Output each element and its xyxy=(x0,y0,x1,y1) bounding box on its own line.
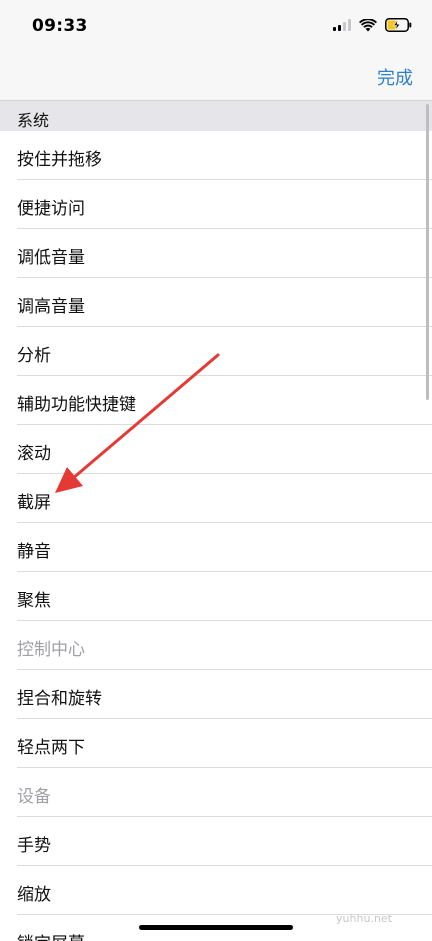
list-item-label: 调低音量 xyxy=(17,248,85,268)
list-item-disabled: 控制中心 xyxy=(0,621,432,670)
battery-charging-icon xyxy=(385,18,412,32)
list-item-label: 设备 xyxy=(17,787,51,807)
section-title: 系统 xyxy=(17,111,50,130)
navigation-bar: 完成 xyxy=(0,52,432,100)
list-item-label: 锁定屏幕 xyxy=(17,929,85,941)
list-item[interactable]: 按住并拖移 xyxy=(0,131,432,180)
list-item-label: 截屏 xyxy=(17,493,51,513)
list-item[interactable]: 辅助功能快捷键 xyxy=(0,376,432,425)
list-item[interactable]: 静音 xyxy=(0,523,432,572)
list-item[interactable]: 聚焦 xyxy=(0,572,432,621)
section-header-system: 系统 xyxy=(0,100,432,131)
status-bar: 09:33 xyxy=(0,0,432,52)
action-list: 按住并拖移 便捷访问 调低音量 调高音量 分析 辅助功能快捷键 滚动 截屏 静音… xyxy=(0,131,432,941)
list-item[interactable]: 轻点两下 xyxy=(0,719,432,768)
done-button[interactable]: 完成 xyxy=(377,64,413,90)
wifi-icon xyxy=(359,18,377,31)
list-item-label: 滚动 xyxy=(17,444,51,464)
list-item-label: 辅助功能快捷键 xyxy=(17,395,136,415)
list-item-label: 轻点两下 xyxy=(17,738,85,758)
list-item-screenshot[interactable]: 截屏 xyxy=(0,474,432,523)
list-item[interactable]: 调低音量 xyxy=(0,229,432,278)
list-item-label: 调高音量 xyxy=(17,297,85,317)
list-item-label: 缩放 xyxy=(17,885,51,905)
list-item[interactable]: 手势 xyxy=(0,817,432,866)
list-item-label: 手势 xyxy=(17,836,51,856)
scrollbar[interactable] xyxy=(426,104,429,400)
home-indicator[interactable] xyxy=(139,925,293,930)
list-item-disabled: 设备 xyxy=(0,768,432,817)
list-item-label: 捏合和旋转 xyxy=(17,689,102,709)
status-time: 09:33 xyxy=(32,16,88,36)
list-item-label: 聚焦 xyxy=(17,591,51,611)
list-item[interactable]: 滚动 xyxy=(0,425,432,474)
list-item[interactable]: 捏合和旋转 xyxy=(0,670,432,719)
list-item-label: 静音 xyxy=(17,542,51,562)
list-item-label: 便捷访问 xyxy=(17,199,85,219)
list-item[interactable]: 缩放 xyxy=(0,866,432,915)
watermark: yuhhu.net xyxy=(336,912,392,925)
list-item[interactable]: 便捷访问 xyxy=(0,180,432,229)
list-item-label: 按住并拖移 xyxy=(17,150,102,170)
status-icons xyxy=(333,18,412,32)
list-item[interactable]: 调高音量 xyxy=(0,278,432,327)
cellular-signal-icon xyxy=(333,19,351,31)
list-item-label: 控制中心 xyxy=(17,640,85,660)
list-item[interactable]: 分析 xyxy=(0,327,432,376)
list-item-label: 分析 xyxy=(17,346,51,366)
